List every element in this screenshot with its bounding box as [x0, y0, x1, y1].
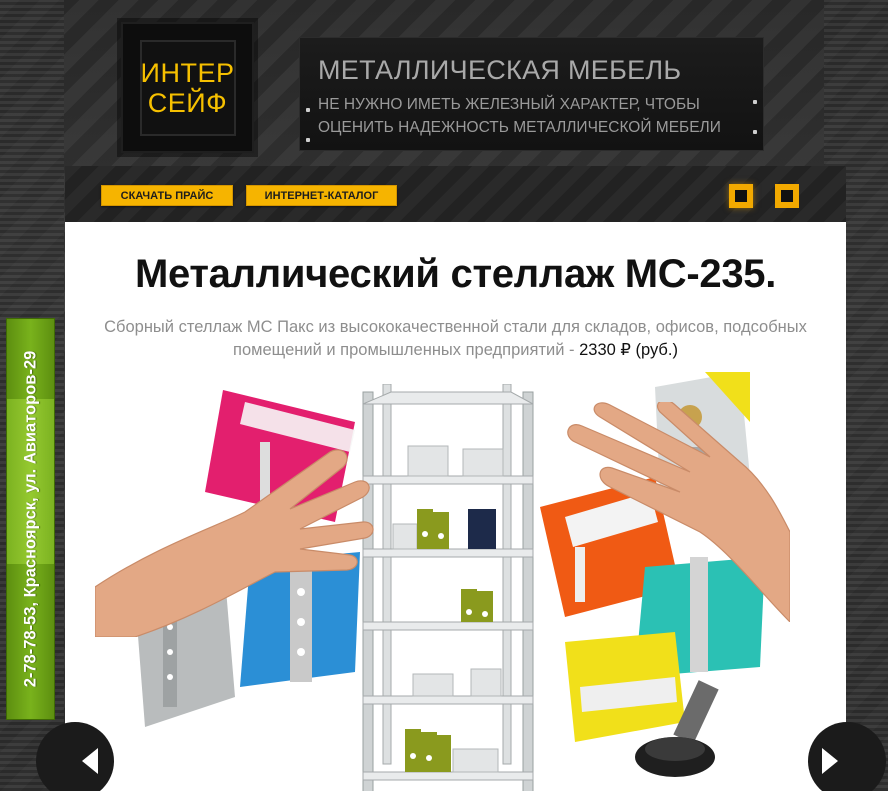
right-hand-image	[567, 402, 790, 622]
left-hand-image	[95, 449, 374, 637]
adjustable-foot-detail	[635, 680, 719, 777]
download-price-button[interactable]: СКАЧАТЬ ПРАЙС	[101, 185, 233, 206]
rivet	[306, 138, 310, 142]
product-description: Сборный стеллаж МС Пакс из высококачеств…	[95, 316, 816, 362]
logo-box: ИНТЕР СЕЙФ	[139, 39, 236, 136]
chevron-right-icon	[822, 748, 838, 774]
chevron-left-icon	[82, 748, 98, 774]
site-logo[interactable]: ИНТЕР СЕЙФ	[121, 22, 254, 153]
contact-sidebar: 2-78-78-53, Красноярск, ул. Авиаторов-29	[6, 318, 55, 720]
rivet	[306, 108, 310, 112]
description-text: Сборный стеллаж МС Пакс из высококачеств…	[104, 318, 807, 359]
logo-text-line1: ИНТЕР	[140, 57, 235, 88]
rivet	[753, 100, 757, 104]
product-slide: Металлический стеллаж МС-235. Сборный ст…	[65, 222, 846, 791]
slider-next-button[interactable]	[808, 722, 886, 791]
catalog-button[interactable]: ИНТЕРНЕТ-КАТАЛОГ	[246, 185, 397, 206]
header-title: МЕТАЛЛИЧЕСКАЯ МЕБЕЛЬ	[318, 55, 682, 85]
slider-prev-button[interactable]	[36, 722, 114, 791]
header-tagline-line2: ОЦЕНИТЬ НАДЕЖНОСТЬ МЕТАЛЛИЧЕСКОЙ МЕБЕЛИ	[318, 119, 721, 136]
shelving-unit-image	[362, 384, 534, 791]
product-title: Металлический стеллаж МС-235.	[134, 252, 777, 296]
slider-dot-2[interactable]	[775, 184, 799, 208]
product-price: 2330 ₽	[579, 341, 631, 359]
logo-text-line2: СЕЙФ	[147, 87, 228, 118]
header-slogan: МЕТАЛЛИЧЕСКАЯ МЕБЕЛЬ НЕ НУЖНО ИМЕТЬ ЖЕЛЕ…	[299, 37, 764, 151]
rivet	[753, 130, 757, 134]
header-tagline-line1: НЕ НУЖНО ИМЕТЬ ЖЕЛЕЗНЫЙ ХАРАКТЕР, ЧТОБЫ	[318, 96, 700, 113]
slider-dot-1[interactable]	[729, 184, 753, 208]
contact-info[interactable]: 2-78-78-53, Красноярск, ул. Авиаторов-29	[21, 351, 40, 688]
price-suffix: (руб.)	[630, 341, 678, 359]
